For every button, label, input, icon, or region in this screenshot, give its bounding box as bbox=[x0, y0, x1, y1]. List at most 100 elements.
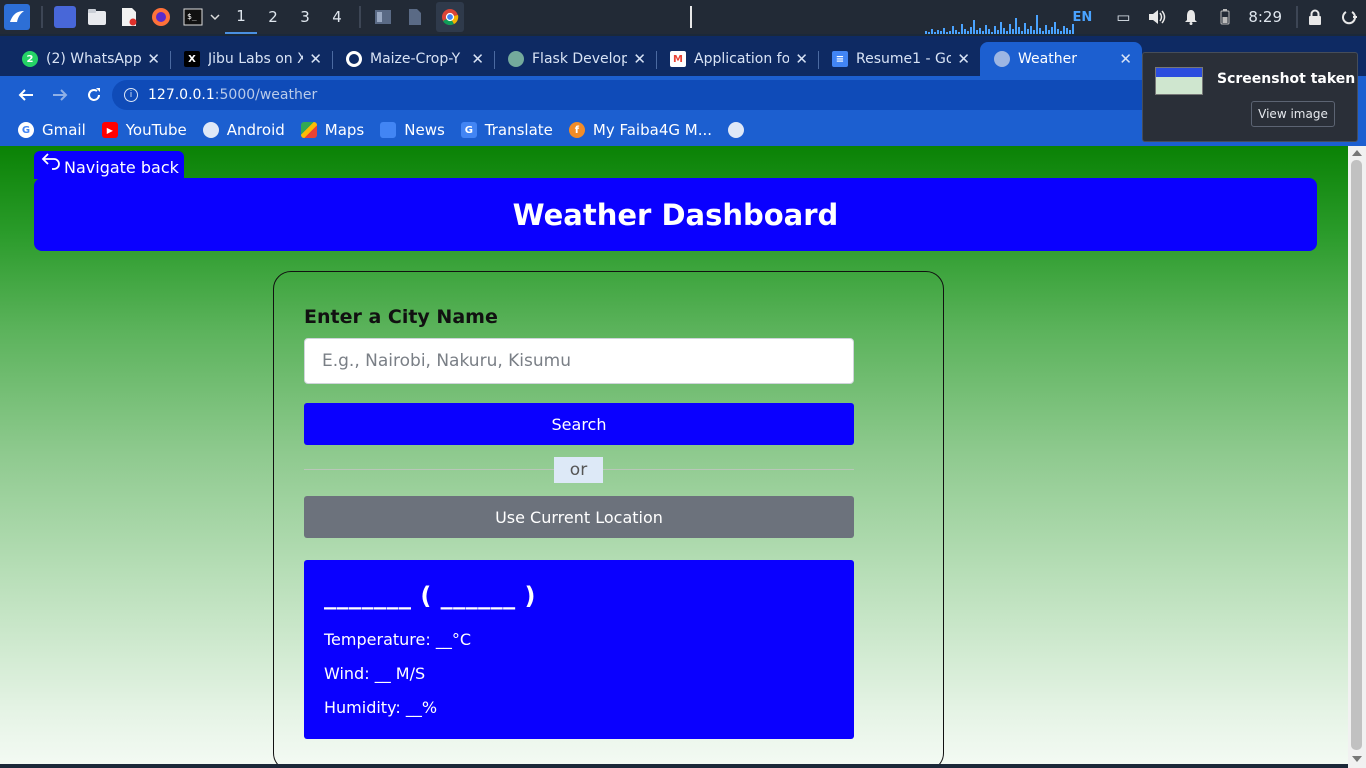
view-image-button[interactable]: View image bbox=[1251, 101, 1335, 127]
bookmark-label: Android bbox=[226, 121, 285, 139]
tab-title: Jibu Labs on X bbox=[208, 51, 304, 67]
screenshot-thumbnail[interactable] bbox=[1155, 67, 1203, 95]
bookmark-android[interactable]: Android bbox=[202, 121, 285, 139]
text-editor-icon[interactable] bbox=[118, 6, 140, 28]
screenshot-notification[interactable]: Screenshot taken View image bbox=[1142, 52, 1358, 142]
workspace-4[interactable]: 4 bbox=[321, 0, 353, 34]
keyboard-layout[interactable]: EN bbox=[1073, 10, 1093, 25]
whatsapp-icon: 2 bbox=[22, 51, 38, 67]
tab-title: Resume1 - Go bbox=[856, 51, 952, 67]
bookmark-news[interactable]: News bbox=[380, 121, 445, 139]
bookmark-label: Maps bbox=[324, 121, 365, 139]
undo-arrow-icon bbox=[41, 153, 60, 170]
page-viewport: Navigate back Weather Dashboard Enter a … bbox=[0, 146, 1348, 764]
scroll-up-icon[interactable] bbox=[1352, 150, 1362, 156]
screen-icon[interactable]: ▭ bbox=[1114, 8, 1132, 26]
or-separator: or bbox=[554, 457, 603, 483]
tab-github[interactable]: Maize-Crop-Y ✕ bbox=[332, 42, 494, 76]
document-window-icon[interactable] bbox=[404, 6, 426, 28]
address-bar[interactable]: i 127.0.0.1:5000/weather bbox=[112, 80, 1232, 110]
window-icon[interactable] bbox=[372, 6, 394, 28]
x-icon: X bbox=[184, 51, 200, 67]
tab-title: (2) WhatsApp bbox=[46, 51, 142, 67]
svg-text:$_: $_ bbox=[187, 12, 197, 21]
battery-icon[interactable] bbox=[1216, 8, 1234, 26]
faiba-icon: f bbox=[568, 122, 585, 138]
bookmark-label: News bbox=[404, 121, 445, 139]
workspace-1[interactable]: 1 bbox=[225, 0, 257, 34]
city-search-input[interactable] bbox=[304, 338, 854, 384]
tab-flask[interactable]: Flask Develop ✕ bbox=[494, 42, 656, 76]
city-label: Enter a City Name bbox=[304, 306, 498, 328]
result-humidity: Humidity: __% bbox=[324, 698, 438, 717]
globe-icon bbox=[728, 122, 744, 138]
lock-icon[interactable] bbox=[1306, 8, 1324, 26]
bookmark-label: My Faiba4G M... bbox=[592, 121, 712, 139]
bookmark-globe[interactable] bbox=[728, 122, 752, 138]
bookmark-label: Translate bbox=[484, 121, 553, 139]
page-scrollbar[interactable] bbox=[1348, 146, 1366, 768]
clock[interactable]: 8:29 bbox=[1248, 8, 1282, 26]
tab-whatsapp[interactable]: 2 (2) WhatsApp ✕ bbox=[8, 42, 170, 76]
use-current-location-button[interactable]: Use Current Location bbox=[304, 496, 854, 538]
reload-icon[interactable] bbox=[80, 81, 108, 109]
window-bottom-edge bbox=[0, 764, 1348, 768]
result-temperature: Temperature: __°C bbox=[324, 630, 471, 649]
page-title: Weather Dashboard bbox=[512, 197, 839, 232]
result-place: _______ ( ______ ) bbox=[324, 582, 537, 610]
file-manager-icon[interactable] bbox=[86, 6, 108, 28]
close-icon[interactable]: ✕ bbox=[957, 50, 970, 68]
close-icon[interactable]: ✕ bbox=[633, 50, 646, 68]
bookmark-faiba[interactable]: f My Faiba4G M... bbox=[568, 121, 712, 139]
firefox-icon[interactable] bbox=[150, 6, 172, 28]
globe-icon bbox=[202, 122, 219, 138]
text-cursor bbox=[690, 6, 692, 28]
close-icon[interactable]: ✕ bbox=[795, 50, 808, 68]
close-icon[interactable]: ✕ bbox=[309, 50, 322, 68]
chrome-window-icon[interactable] bbox=[436, 2, 464, 32]
show-desktop-icon[interactable] bbox=[54, 6, 76, 28]
tab-weather[interactable]: Weather ✕ bbox=[980, 42, 1142, 76]
tab-jibu-labs[interactable]: X Jibu Labs on X ✕ bbox=[170, 42, 332, 76]
back-arrow-icon[interactable] bbox=[12, 81, 40, 109]
chevron-down-icon[interactable] bbox=[209, 6, 221, 28]
scrollbar-thumb[interactable] bbox=[1351, 160, 1362, 750]
close-icon[interactable]: ✕ bbox=[471, 50, 484, 68]
url-path: :5000/weather bbox=[214, 87, 318, 103]
tab-title: Application fo bbox=[694, 51, 790, 67]
power-icon[interactable] bbox=[1340, 8, 1358, 26]
tab-gmail[interactable]: M Application fo ✕ bbox=[656, 42, 818, 76]
gmail-icon: M bbox=[670, 51, 686, 67]
bookmark-maps[interactable]: Maps bbox=[300, 121, 365, 139]
close-icon[interactable]: ✕ bbox=[147, 50, 160, 68]
page-header: Weather Dashboard bbox=[34, 178, 1317, 251]
globe-icon bbox=[994, 51, 1010, 67]
close-icon[interactable]: ✕ bbox=[1119, 50, 1132, 68]
forward-arrow-icon[interactable] bbox=[46, 81, 74, 109]
scroll-down-icon[interactable] bbox=[1352, 756, 1362, 762]
app-menu-icon[interactable] bbox=[4, 4, 30, 30]
bookmark-label: YouTube bbox=[125, 121, 187, 139]
google-icon: G bbox=[18, 122, 34, 138]
os-taskbar: $_ 1 2 3 4 EN ▭ 8:29 bbox=[0, 0, 1366, 34]
news-icon bbox=[380, 122, 397, 138]
bookmark-gmail[interactable]: G Gmail bbox=[18, 121, 86, 139]
bookmark-youtube[interactable]: ▶ YouTube bbox=[101, 121, 187, 139]
bookmark-translate[interactable]: G Translate bbox=[460, 121, 553, 139]
site-info-icon[interactable]: i bbox=[124, 88, 138, 102]
volume-icon[interactable] bbox=[1148, 8, 1166, 26]
workspace-2[interactable]: 2 bbox=[257, 0, 289, 34]
chatgpt-icon bbox=[508, 51, 524, 67]
result-wind: Wind: __ M/S bbox=[324, 664, 426, 683]
workspace-3[interactable]: 3 bbox=[289, 0, 321, 34]
translate-icon: G bbox=[460, 122, 477, 138]
navigate-back-button[interactable]: Navigate back bbox=[34, 151, 184, 179]
tab-resume[interactable]: ≡ Resume1 - Go ✕ bbox=[818, 42, 980, 76]
network-graph bbox=[925, 12, 1075, 34]
weather-result-panel: _______ ( ______ ) Temperature: __°C Win… bbox=[304, 560, 854, 739]
notification-bell-icon[interactable] bbox=[1182, 8, 1200, 26]
terminal-icon[interactable]: $_ bbox=[182, 6, 204, 28]
search-button[interactable]: Search bbox=[304, 403, 854, 445]
youtube-icon: ▶ bbox=[101, 122, 118, 138]
github-icon bbox=[346, 51, 362, 67]
